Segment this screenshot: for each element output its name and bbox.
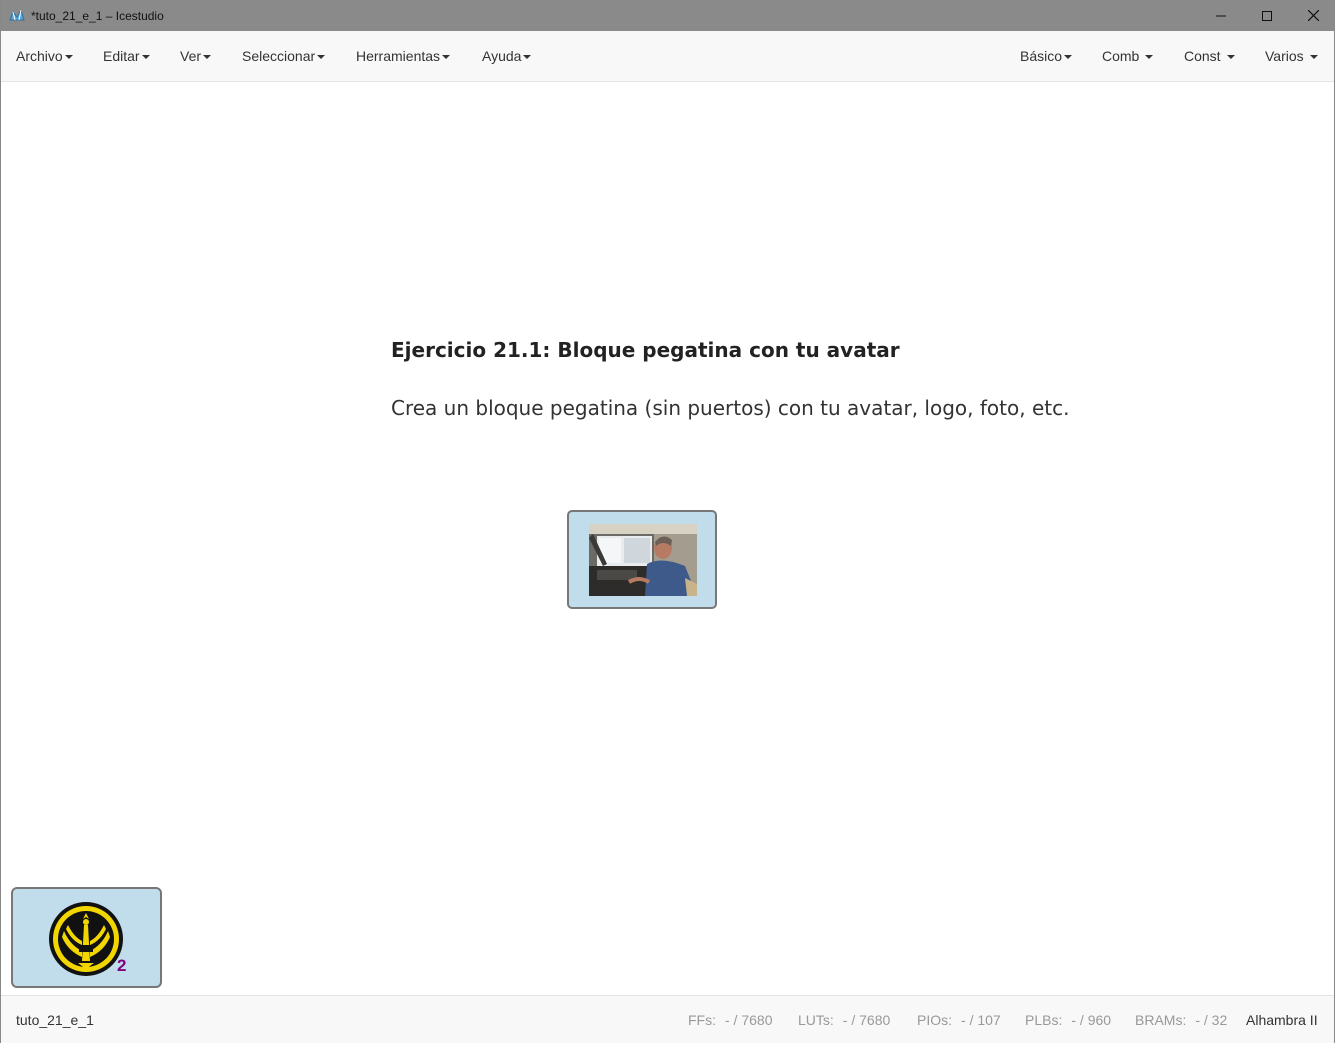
collection-sticker-block[interactable]: 2 bbox=[11, 887, 162, 988]
window-title: *tuto_21_e_1 – Icestudio bbox=[31, 9, 164, 23]
minimize-button[interactable] bbox=[1198, 0, 1244, 31]
image-sticker-block[interactable] bbox=[567, 510, 717, 609]
design-canvas[interactable]: Ejercicio 21.1: Bloque pegatina con tu a… bbox=[1, 82, 1334, 995]
stat-value: - / 107 bbox=[961, 1012, 1001, 1028]
menu-label: Comb bbox=[1102, 48, 1140, 64]
stat-label: PLBs: bbox=[1025, 1012, 1063, 1028]
caret-down-icon bbox=[203, 55, 212, 60]
stat-value: - / 7680 bbox=[725, 1012, 773, 1028]
stat-plbs: PLBs: - / 960 bbox=[1025, 1012, 1111, 1028]
stat-pios: PIOs: - / 107 bbox=[917, 1012, 1001, 1028]
menu-ver[interactable]: Ver bbox=[180, 48, 212, 65]
status-bar: tuto_21_e_1 FFs: - / 7680 LUTs: - / 7680 P… bbox=[1, 995, 1334, 1043]
menu-label: Archivo bbox=[16, 48, 63, 64]
menu-label: Ayuda bbox=[482, 48, 522, 64]
menu-const[interactable]: Const bbox=[1184, 48, 1235, 65]
maximize-button[interactable] bbox=[1244, 0, 1290, 31]
stat-value: - / 7680 bbox=[842, 1012, 891, 1028]
menu-basico[interactable]: Básico bbox=[1020, 48, 1073, 65]
stat-ffs: FFs: - / 7680 bbox=[688, 1012, 772, 1028]
caret-down-icon bbox=[523, 55, 532, 60]
menu-bar: Archivo Editar Ver Seleccionar Herramien… bbox=[1, 31, 1334, 82]
stat-label: FFs: bbox=[688, 1012, 716, 1028]
stat-label: LUTs: bbox=[798, 1012, 834, 1028]
menu-ayuda[interactable]: Ayuda bbox=[482, 48, 532, 65]
menu-varios[interactable]: Varios bbox=[1265, 48, 1318, 65]
minimize-icon bbox=[1216, 15, 1226, 16]
stat-label: PIOs: bbox=[917, 1012, 953, 1028]
menu-label: Varios bbox=[1265, 48, 1304, 64]
title-bar[interactable]: *tuto_21_e_1 – Icestudio bbox=[1, 0, 1335, 31]
menu-archivo[interactable]: Archivo bbox=[16, 48, 73, 65]
board-selector[interactable]: Alhambra II bbox=[1246, 1012, 1318, 1028]
menu-comb[interactable]: Comb bbox=[1102, 48, 1154, 65]
caret-down-icon bbox=[1064, 55, 1073, 60]
caret-down-icon bbox=[317, 55, 326, 60]
caret-down-icon bbox=[442, 55, 451, 60]
stat-brams: BRAMs: - / 32 bbox=[1135, 1012, 1227, 1028]
caret-down-icon bbox=[64, 55, 73, 60]
app-window: *tuto_21_e_1 – Icestudio Archivo Editar … bbox=[0, 0, 1335, 1043]
stat-label: BRAMs: bbox=[1135, 1012, 1187, 1028]
info-block-text[interactable]: Crea un bloque pegatina (sin puertos) co… bbox=[391, 396, 1069, 420]
fpga-wars-logo-icon bbox=[49, 902, 123, 976]
menu-label: Ver bbox=[180, 48, 202, 64]
menu-label: Const bbox=[1184, 48, 1221, 64]
close-icon bbox=[1307, 10, 1319, 21]
stat-value: - / 960 bbox=[1071, 1012, 1112, 1028]
icestudio-app-icon bbox=[9, 8, 25, 21]
maximize-icon bbox=[1262, 10, 1272, 21]
avatar-photo bbox=[589, 524, 697, 596]
menu-label: Seleccionar bbox=[242, 48, 316, 64]
caret-down-icon bbox=[141, 55, 150, 60]
close-button[interactable] bbox=[1290, 0, 1335, 31]
menu-label: Básico bbox=[1020, 48, 1063, 64]
caret-down-icon bbox=[1226, 55, 1235, 60]
stat-luts: LUTs: - / 7680 bbox=[798, 1012, 890, 1028]
caret-down-icon bbox=[1145, 55, 1154, 60]
menu-editar[interactable]: Editar bbox=[103, 48, 150, 65]
menu-label: Editar bbox=[103, 48, 140, 64]
menu-herramientas[interactable]: Herramientas bbox=[356, 48, 451, 65]
info-block-title[interactable]: Ejercicio 21.1: Bloque pegatina con tu a… bbox=[391, 338, 900, 362]
menu-label: Herramientas bbox=[356, 48, 441, 64]
stat-value: - / 32 bbox=[1195, 1012, 1228, 1028]
menu-seleccionar[interactable]: Seleccionar bbox=[242, 48, 326, 65]
project-name: tuto_21_e_1 bbox=[16, 1012, 94, 1028]
block-count-badge: 2 bbox=[117, 956, 127, 975]
caret-down-icon bbox=[1309, 55, 1318, 60]
